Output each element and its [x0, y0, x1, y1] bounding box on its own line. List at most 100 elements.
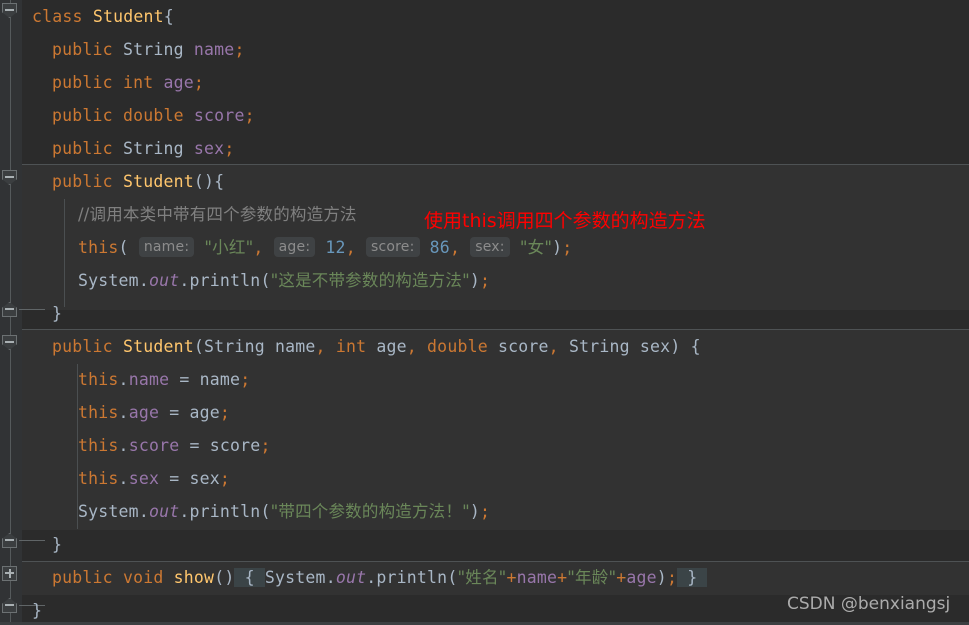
code-token: = — [179, 436, 210, 455]
code-token: String — [568, 337, 630, 356]
code-token: out — [335, 568, 367, 587]
code-line[interactable]: public int age; — [52, 66, 204, 99]
code-token: ; — [666, 568, 678, 587]
code-line[interactable]: public double score; — [52, 99, 255, 132]
code-token: int — [122, 73, 154, 92]
code-line[interactable]: public Student(String name, int age, dou… — [52, 330, 701, 363]
code-token: public — [52, 337, 113, 356]
code-token: show — [173, 568, 215, 587]
inline-param-hint: score: — [365, 237, 420, 257]
code-token: { — [163, 7, 174, 26]
code-token: ; — [244, 106, 255, 125]
code-token: . — [118, 469, 129, 488]
code-token: = — [159, 403, 190, 422]
code-line[interactable]: public String name; — [52, 33, 245, 66]
code-token: + — [616, 568, 627, 587]
code-line[interactable]: public Student(){ — [52, 165, 224, 198]
code-token: sex — [128, 469, 160, 488]
code-token: System — [78, 271, 139, 290]
code-token: = — [169, 370, 200, 389]
code-token: (){ — [193, 172, 225, 191]
fold-collapse-constructor-1-icon[interactable] — [2, 170, 19, 187]
code-token: . — [118, 370, 129, 389]
code-token: ; — [224, 139, 235, 158]
code-token: "女" — [519, 238, 553, 257]
code-line[interactable]: this.score = score; — [78, 429, 271, 462]
code-token: , — [315, 337, 326, 356]
code-line[interactable]: public String sex; — [52, 132, 234, 165]
csdn-watermark: CSDN @benxiangsj — [787, 594, 951, 614]
code-token: name — [193, 40, 235, 59]
code-token: , — [253, 238, 264, 257]
code-token: out — [148, 271, 180, 290]
code-token: 12 — [325, 238, 346, 257]
code-token: name — [516, 568, 558, 587]
code-token: this — [78, 238, 119, 257]
code-token: int — [335, 337, 367, 356]
code-token: Student — [92, 7, 164, 26]
code-token: public — [52, 139, 113, 158]
fold-expand-end-class-icon[interactable] — [2, 598, 19, 615]
code-token: public — [52, 172, 113, 191]
code-token: "这是不带参数的构造方法" — [270, 271, 470, 290]
code-line[interactable]: } — [32, 594, 42, 625]
code-line[interactable]: System.out.println("这是不带参数的构造方法"); — [78, 264, 490, 297]
code-token: ; — [480, 271, 491, 290]
fold-glyph — [5, 539, 14, 541]
code-token: "姓名" — [457, 568, 507, 587]
fold-glyph-vertical — [8, 568, 11, 578]
code-token: ( — [193, 337, 205, 356]
code-line[interactable]: this( name: "小红", age: 12, score: 86, se… — [78, 231, 572, 264]
red-annotation-text: 使用this调用四个参数的构造方法 — [424, 210, 706, 232]
fold-collapse-class-icon[interactable] — [2, 3, 19, 20]
code-token: 86 — [429, 238, 450, 257]
code-token: . — [179, 502, 190, 521]
fold-expand-end-constructor-1-icon[interactable] — [2, 302, 19, 319]
code-line[interactable]: this.age = age; — [78, 396, 230, 429]
code-editor[interactable]: class Student{public String name; public … — [0, 0, 969, 625]
code-line[interactable]: } — [52, 297, 62, 330]
code-line[interactable]: public void show() { System.out.println(… — [52, 561, 708, 594]
indent-guide-1 — [64, 199, 65, 307]
code-token: String — [122, 40, 184, 59]
fold-glyph — [5, 604, 14, 606]
code-line[interactable]: class Student{ — [32, 0, 174, 33]
code-token: ) — [552, 238, 563, 257]
fold-collapsed-show-method-icon[interactable] — [2, 566, 19, 583]
code-line[interactable]: //调用本类中带有四个参数的构造方法 — [78, 198, 357, 231]
fold-glyph — [5, 341, 14, 343]
code-token: ; — [219, 403, 231, 422]
fold-collapse-constructor-2-icon[interactable] — [2, 335, 19, 352]
code-token: String — [204, 337, 265, 356]
code-token: public — [52, 568, 113, 587]
code-line[interactable]: this.name = name; — [78, 363, 250, 396]
code-token: name — [128, 370, 170, 389]
code-token: age — [163, 73, 194, 92]
code-token: println — [376, 568, 448, 587]
code-line[interactable]: System.out.println("带四个参数的构造方法！"); — [78, 495, 490, 528]
code-token: , — [345, 238, 356, 257]
code-token: . — [138, 502, 149, 521]
code-token: score — [193, 106, 245, 125]
code-token: () — [214, 568, 235, 587]
code-line[interactable]: } — [52, 528, 62, 561]
code-surface[interactable]: class Student{public String name; public … — [22, 0, 969, 625]
code-token: ; — [240, 370, 251, 389]
code-token: . — [325, 568, 336, 587]
fold-expand-end-constructor-2-icon[interactable] — [2, 533, 19, 550]
code-token: void — [122, 568, 164, 587]
code-token: Student — [122, 172, 194, 191]
code-token: sex — [639, 337, 671, 356]
inline-param-hint: name: — [138, 237, 195, 257]
code-token: System — [78, 502, 139, 521]
code-line[interactable]: this.sex = sex; — [78, 462, 230, 495]
code-token: this — [78, 370, 119, 389]
